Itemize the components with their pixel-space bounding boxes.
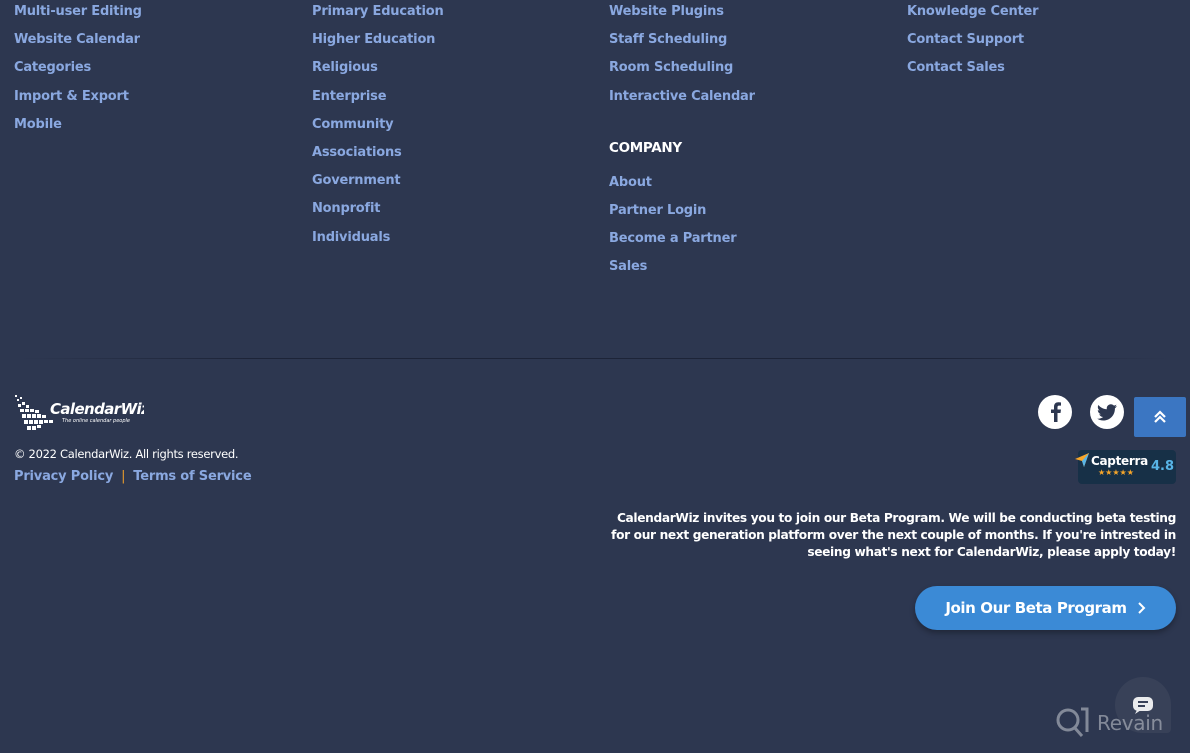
revain-label: Revain: [1097, 711, 1163, 735]
link-contact-support[interactable]: Contact Support: [907, 28, 1038, 56]
link-contact-sales[interactable]: Contact Sales: [907, 56, 1038, 84]
link-community[interactable]: Community: [312, 113, 444, 141]
scroll-to-top-button[interactable]: [1134, 397, 1186, 437]
link-individuals[interactable]: Individuals: [312, 226, 444, 254]
link-nonprofit[interactable]: Nonprofit: [312, 197, 444, 225]
link-about[interactable]: About: [609, 171, 755, 199]
facebook-icon: [1051, 402, 1061, 422]
link-categories[interactable]: Categories: [14, 56, 142, 84]
link-associations[interactable]: Associations: [312, 141, 444, 169]
calendarwiz-logo[interactable]: CalendarWiz The online calendar people: [14, 393, 151, 433]
chevron-right-icon: [1137, 602, 1146, 614]
footer-column-industries: Primary Education Higher Education Relig…: [312, 0, 444, 254]
beta-program-text: CalendarWiz invites you to join our Beta…: [611, 511, 1176, 559]
link-religious[interactable]: Religious: [312, 56, 444, 84]
join-beta-program-label: Join Our Beta Program: [945, 599, 1127, 617]
link-room-scheduling[interactable]: Room Scheduling: [609, 56, 755, 84]
link-interactive-calendar[interactable]: Interactive Calendar: [609, 85, 755, 113]
twitter-icon: [1097, 403, 1117, 420]
capterra-score: 4.8: [1151, 459, 1175, 474]
link-government[interactable]: Government: [312, 169, 444, 197]
link-multi-user-editing[interactable]: Multi-user Editing: [14, 0, 142, 28]
twitter-button[interactable]: [1090, 395, 1124, 429]
company-heading: COMPANY: [609, 139, 682, 156]
facebook-button[interactable]: [1038, 395, 1072, 429]
link-primary-education[interactable]: Primary Education: [312, 0, 444, 28]
link-mobile[interactable]: Mobile: [14, 113, 142, 141]
link-staff-scheduling[interactable]: Staff Scheduling: [609, 28, 755, 56]
link-website-calendar[interactable]: Website Calendar: [14, 28, 142, 56]
legal-separator: |: [121, 469, 126, 484]
copyright-text: © 2022 CalendarWiz. All rights reserved.: [14, 447, 239, 461]
link-higher-education[interactable]: Higher Education: [312, 28, 444, 56]
link-partner-login[interactable]: Partner Login: [609, 199, 755, 227]
link-sales[interactable]: Sales: [609, 255, 755, 283]
footer-divider: [20, 358, 1170, 359]
privacy-policy-link[interactable]: Privacy Policy: [14, 469, 113, 484]
link-become-a-partner[interactable]: Become a Partner: [609, 227, 755, 255]
join-beta-program-button[interactable]: Join Our Beta Program: [915, 586, 1176, 630]
link-knowledge-center[interactable]: Knowledge Center: [907, 0, 1039, 28]
revain-logo-icon: [1056, 707, 1089, 737]
capterra-stars: ★★★★★: [1098, 468, 1134, 477]
capterra-arrow-icon: [1075, 453, 1089, 467]
footer-column-features: Multi-user Editing Website Calendar Cate…: [14, 0, 142, 141]
footer-column-solutions: Website Plugins Staff Scheduling Room Sc…: [609, 0, 755, 284]
legal-links: Privacy Policy | Terms of Service: [14, 469, 252, 484]
double-chevron-up-icon: [1154, 410, 1166, 423]
revain-watermark: Revain: [1055, 706, 1163, 740]
link-enterprise[interactable]: Enterprise: [312, 85, 444, 113]
svg-text:CalendarWiz: CalendarWiz: [50, 400, 144, 418]
capterra-badge[interactable]: Capterra ★★★★★ 4.8: [1075, 450, 1176, 484]
link-website-plugins[interactable]: Website Plugins: [609, 0, 755, 28]
terms-of-service-link[interactable]: Terms of Service: [133, 469, 251, 484]
link-import-export[interactable]: Import & Export: [14, 85, 142, 113]
footer-column-support: Knowledge Center Contact Support Contact…: [907, 0, 1039, 85]
logo-grid-icon: CalendarWiz The online calendar people: [15, 395, 151, 430]
capterra-name: Capterra: [1091, 454, 1148, 468]
svg-text:The online calendar people: The online calendar people: [62, 418, 130, 424]
